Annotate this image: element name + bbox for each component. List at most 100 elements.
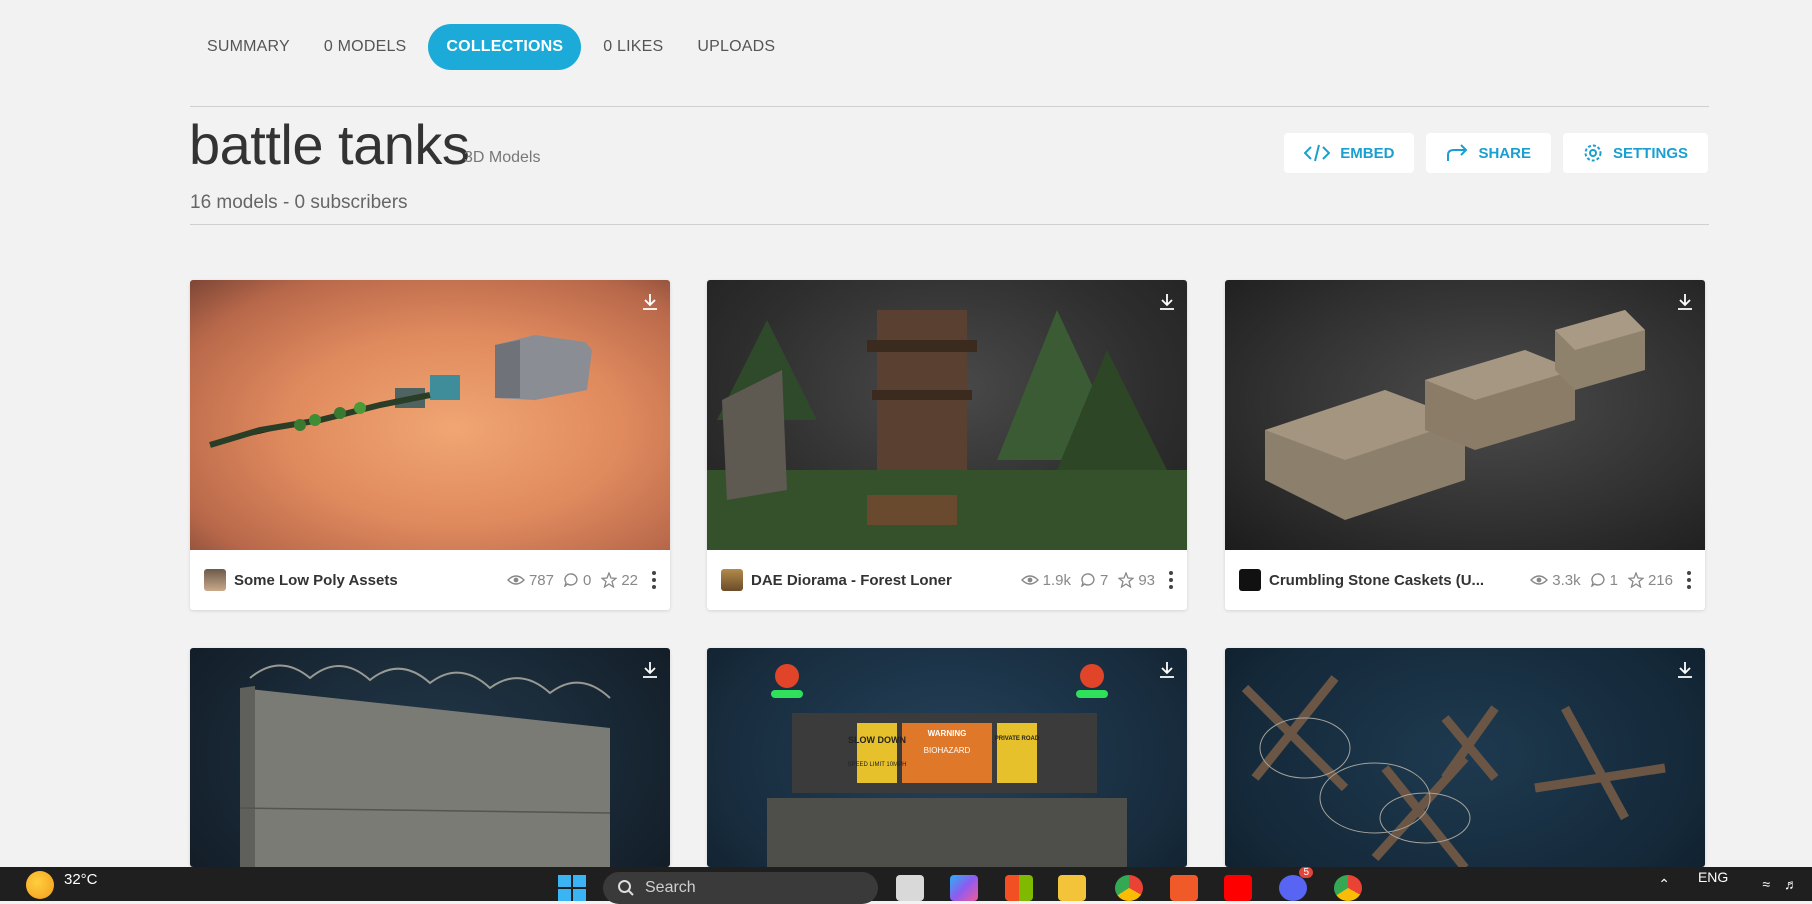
- card-footer: Some Low Poly Assets 787 0 22: [190, 550, 670, 610]
- tab-likes[interactable]: 0 LIKES: [586, 24, 680, 70]
- task-view-icon[interactable]: [896, 875, 924, 901]
- avatar[interactable]: [721, 569, 743, 591]
- czech-hedgehog-scene: [1241, 675, 1666, 867]
- store-icon[interactable]: [1005, 875, 1033, 901]
- wifi-icon[interactable]: ≈: [1762, 876, 1770, 892]
- model-title[interactable]: DAE Diorama - Forest Loner: [751, 572, 1011, 589]
- download-icon[interactable]: [1157, 660, 1177, 680]
- more-options-icon[interactable]: [1687, 571, 1691, 589]
- star-icon: [601, 572, 618, 588]
- views-stat: 787: [506, 571, 554, 589]
- model-thumbnail[interactable]: [190, 648, 670, 867]
- settings-button[interactable]: SETTINGS: [1562, 133, 1708, 173]
- likes-count: 216: [1647, 571, 1673, 589]
- system-tray: ⌃ ENG ≈ ♬: [1658, 867, 1812, 901]
- views-count: 3.3k: [1552, 571, 1581, 589]
- download-icon[interactable]: [1157, 292, 1177, 312]
- comments-count: 7: [1099, 571, 1109, 589]
- divider: [190, 224, 1709, 225]
- comment-icon: [1590, 573, 1605, 587]
- model-thumbnail[interactable]: [707, 280, 1187, 550]
- sign-biohazard-text: BIOHAZARD: [924, 746, 971, 755]
- avatar[interactable]: [204, 569, 226, 591]
- windows-taskbar: 32°C Search 5 ⌃ ENG ≈ ♬: [0, 867, 1812, 904]
- comments-stat: 1: [1590, 572, 1618, 589]
- search-icon: [618, 880, 634, 896]
- model-thumbnail[interactable]: [1225, 280, 1705, 550]
- chrome-icon[interactable]: [1115, 875, 1143, 901]
- model-title[interactable]: Crumbling Stone Caskets (U...: [1269, 572, 1520, 589]
- collection-subtitle: 3D Models: [464, 149, 541, 166]
- weather-widget[interactable]: 32°C: [26, 871, 98, 899]
- model-card[interactable]: DAE Diorama - Forest Loner 1.9k 7 93: [707, 280, 1187, 610]
- tab-summary[interactable]: SUMMARY: [190, 24, 307, 70]
- weather-icon: [26, 871, 54, 899]
- avatar[interactable]: [1239, 569, 1261, 591]
- model-thumbnail[interactable]: [190, 280, 670, 550]
- star-icon: [1627, 572, 1644, 588]
- eye-icon: [1530, 575, 1549, 585]
- chevron-up-icon[interactable]: ⌃: [1658, 876, 1670, 893]
- brave-icon[interactable]: [1170, 875, 1198, 901]
- views-count: 787: [528, 571, 554, 589]
- views-stat: 1.9k: [1020, 571, 1071, 589]
- model-card[interactable]: Some Low Poly Assets 787 0 22: [190, 280, 670, 610]
- language-indicator[interactable]: ENG: [1698, 869, 1728, 885]
- divider: [190, 106, 1709, 107]
- comments-stat: 0: [563, 571, 592, 589]
- comment-icon: [1080, 573, 1095, 587]
- stone-caskets-scene: [1265, 310, 1645, 520]
- embed-button[interactable]: EMBED: [1284, 133, 1415, 173]
- tab-models[interactable]: 0 MODELS: [307, 24, 424, 70]
- eye-icon: [506, 575, 525, 585]
- share-button[interactable]: SHARE: [1426, 133, 1551, 173]
- taskbar-search[interactable]: Search: [603, 872, 878, 904]
- temperature: 32°C: [64, 870, 98, 888]
- eye-icon: [1020, 575, 1039, 585]
- sign-slow-text: SLOW DOWN: [848, 735, 906, 745]
- youtube-icon[interactable]: [1224, 875, 1252, 901]
- model-title[interactable]: Some Low Poly Assets: [234, 572, 497, 589]
- concrete-wall-scene: [239, 664, 611, 867]
- copilot-icon[interactable]: [950, 875, 978, 901]
- chrome-profile-icon[interactable]: [1334, 875, 1362, 901]
- download-icon[interactable]: [1675, 660, 1695, 680]
- more-options-icon[interactable]: [1169, 571, 1173, 589]
- likes-stat[interactable]: 93: [1118, 572, 1155, 589]
- collection-title: battle tanks: [189, 113, 470, 176]
- likes-stat[interactable]: 22: [601, 572, 638, 589]
- sign-private-text: PRIVATE ROAD: [995, 736, 1040, 742]
- download-icon[interactable]: [640, 292, 660, 312]
- file-explorer-icon[interactable]: [1058, 875, 1086, 901]
- download-icon[interactable]: [640, 660, 660, 680]
- tab-uploads[interactable]: UPLOADS: [680, 24, 792, 70]
- more-options-icon[interactable]: [652, 571, 656, 589]
- embed-label: EMBED: [1340, 144, 1395, 162]
- comments-count: 0: [582, 571, 592, 589]
- likes-count: 93: [1138, 571, 1155, 589]
- comments-stat: 7: [1080, 571, 1109, 589]
- windows-start-icon[interactable]: [558, 875, 586, 901]
- forest-diorama-scene: [707, 310, 1187, 550]
- likes-count: 22: [621, 571, 638, 589]
- model-thumbnail[interactable]: [1225, 648, 1705, 867]
- model-card[interactable]: Crumbling Stone Caskets (U... 3.3k 1 216: [1225, 280, 1705, 610]
- likes-stat[interactable]: 216: [1627, 571, 1673, 589]
- collection-meta: 16 models - 0 subscribers: [190, 192, 408, 213]
- discord-icon[interactable]: 5: [1279, 867, 1313, 901]
- share-label: SHARE: [1478, 144, 1531, 162]
- model-thumbnail[interactable]: SLOW DOWN SPEED LIMIT 10MPH WARNING BIOH…: [707, 648, 1187, 867]
- notification-badge: 5: [1299, 867, 1313, 878]
- model-card[interactable]: [1225, 648, 1705, 867]
- sign-warning-text: WARNING: [928, 729, 967, 738]
- comment-icon: [563, 573, 578, 587]
- profile-tabs: SUMMARY 0 MODELS COLLECTIONS 0 LIKES UPL…: [190, 24, 792, 70]
- download-icon[interactable]: [1675, 292, 1695, 312]
- tab-collections[interactable]: COLLECTIONS: [428, 24, 582, 70]
- volume-icon[interactable]: ♬: [1784, 876, 1798, 892]
- model-card[interactable]: SLOW DOWN SPEED LIMIT 10MPH WARNING BIOH…: [707, 648, 1187, 867]
- card-footer: DAE Diorama - Forest Loner 1.9k 7 93: [707, 550, 1187, 610]
- views-count: 1.9k: [1042, 571, 1071, 589]
- code-icon: [1304, 144, 1331, 162]
- model-card[interactable]: [190, 648, 670, 867]
